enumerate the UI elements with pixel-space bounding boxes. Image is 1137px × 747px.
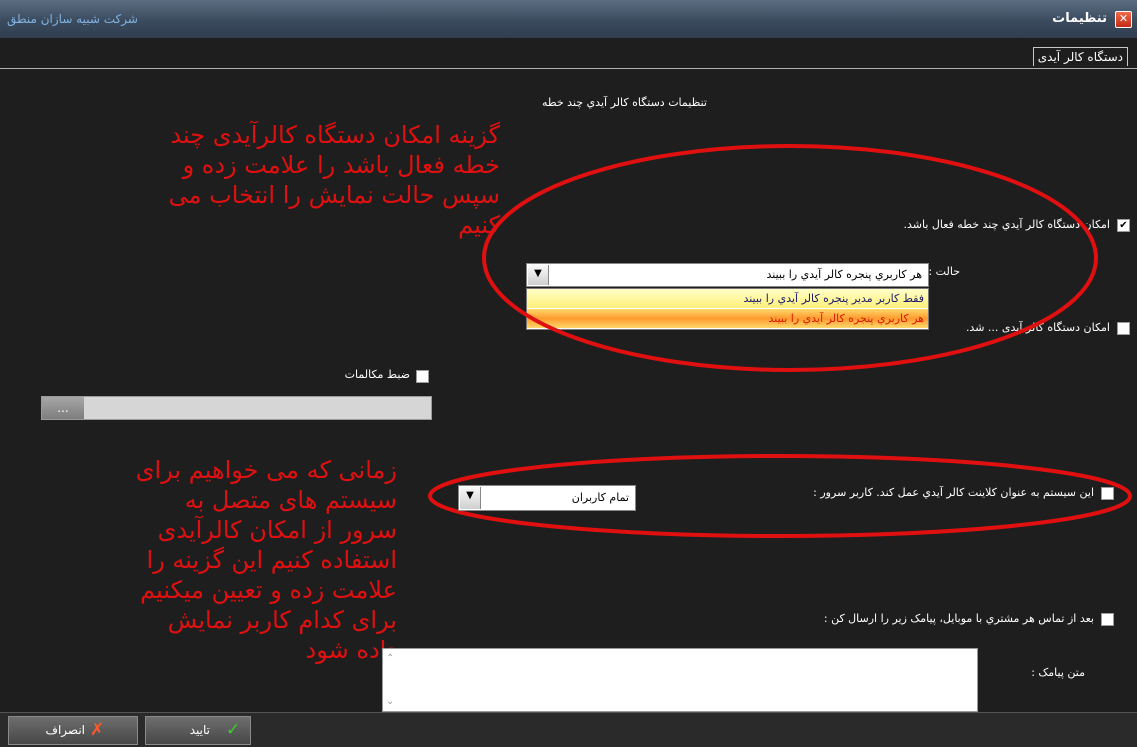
cross-icon: ✗ [90, 720, 105, 740]
sms-text-input[interactable]: ⌃ ⌄ [382, 648, 978, 712]
annotation-line: داده شود [305, 636, 397, 664]
annotation-line: سرور از امکان کالرآیدی [157, 516, 397, 544]
ok-label: تایید [189, 723, 210, 737]
annotation-bottom: زمانی که می خواهیم برای سیستم های متصل ب… [136, 455, 397, 665]
scroll-down-icon[interactable]: ⌄ [386, 696, 394, 707]
server-user-select[interactable]: ▼ تمام کاربران [458, 485, 636, 511]
sms-checkbox[interactable] [1101, 613, 1114, 626]
client-checkbox[interactable] [1101, 487, 1114, 500]
annotation-line: زمانی که می خواهیم برای [135, 456, 397, 484]
annotation-line: سیستم های متصل به [184, 486, 397, 514]
recording-checkbox[interactable] [416, 370, 429, 383]
sms-text-label: متن پيامک : [1031, 666, 1085, 679]
annotation-line: استفاده کنیم این گزینه را [146, 546, 397, 574]
annotation-line: علامت زده و تعیین میکنیم [140, 576, 397, 604]
bottom-bar: ✓ تایید ✗ انصراف [0, 712, 1137, 747]
cancel-button[interactable]: ✗ انصراف [8, 716, 138, 745]
checkmark-icon: ✓ [226, 720, 241, 740]
sms-checkbox-label: بعد از تماس هر مشتري با موبايل، پيامک زي… [823, 612, 1094, 625]
recording-path-field[interactable]: ... [41, 396, 432, 420]
recording-label: ضبط مکالمات [344, 368, 410, 381]
annotation-line: برای کدام کاربر نمایش [167, 606, 397, 634]
chevron-down-icon[interactable]: ▼ [460, 487, 481, 509]
client-label: اين سيستم به عنوان کلاينت کالر آيدي عمل … [813, 486, 1094, 499]
browse-button[interactable]: ... [42, 397, 84, 419]
ok-button[interactable]: ✓ تایید [145, 716, 251, 745]
cancel-label: انصراف [45, 723, 85, 737]
server-user-value: تمام کاربران [571, 491, 629, 504]
scroll-up-icon[interactable]: ⌃ [386, 653, 394, 664]
highlight-ellipse-top [482, 144, 1098, 372]
